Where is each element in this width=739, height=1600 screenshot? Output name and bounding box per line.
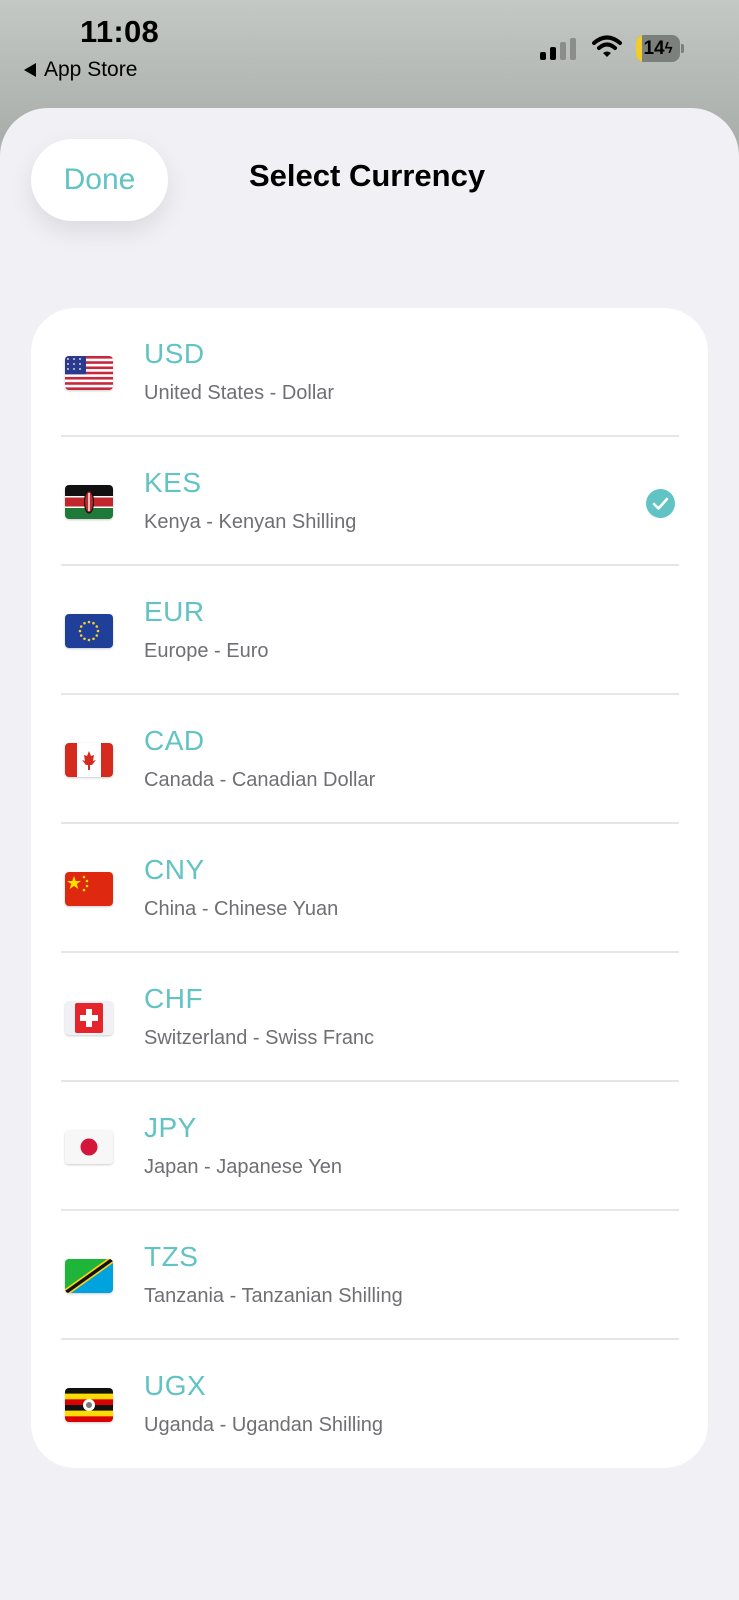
currency-description: Kenya - Kenyan Shilling (144, 511, 357, 533)
currency-row-cny[interactable]: CNY China - Chinese Yuan (31, 824, 708, 953)
currency-sheet: Done Select Currency USD United States -… (0, 108, 739, 1600)
cellular-signal-icon (540, 38, 578, 60)
currency-row-kes[interactable]: KES Kenya - Kenyan Shilling (31, 437, 708, 566)
wifi-icon (592, 35, 622, 57)
battery-level: 14 (643, 37, 665, 59)
page-title: Select Currency (249, 158, 486, 193)
switzerland-flag-icon (65, 1001, 113, 1035)
currency-code: KES (144, 467, 202, 498)
currency-row-eur[interactable]: EUR Europe - Euro (31, 566, 708, 695)
currency-description: Switzerland - Swiss Franc (144, 1027, 375, 1049)
currency-description: China - Chinese Yuan (144, 898, 339, 920)
currency-code: JPY (144, 1112, 197, 1143)
done-button[interactable]: Done (31, 139, 168, 221)
back-arrow-icon (24, 63, 36, 77)
currency-row-usd[interactable]: USD United States - Dollar (31, 308, 708, 437)
currency-description: Japan - Japanese Yen (144, 1156, 342, 1178)
currency-description: Europe - Euro (144, 640, 269, 662)
battery-icon: 14 ϟ (636, 35, 684, 62)
currency-code: CNY (144, 854, 205, 885)
currency-description: Tanzania - Tanzanian Shilling (144, 1285, 403, 1307)
currency-row-ugx[interactable]: UGX Uganda - Ugandan Shilling (31, 1340, 708, 1468)
back-link-label: App Store (44, 58, 138, 81)
currency-description: Uganda - Ugandan Shilling (144, 1414, 384, 1436)
currency-code: CHF (144, 983, 204, 1014)
china-flag-icon (65, 872, 113, 906)
currency-description: United States - Dollar (144, 382, 335, 404)
tanzania-flag-icon (65, 1259, 113, 1293)
currency-list: USD United States - Dollar KES Kenya - K… (31, 308, 708, 1468)
currency-code: UGX (144, 1370, 207, 1401)
currency-row-cad[interactable]: CAD Canada - Canadian Dollar (31, 695, 708, 824)
status-bar: 11:08 App Store 14 ϟ (0, 0, 739, 100)
status-time: 11:08 (80, 14, 160, 49)
japan-flag-icon (65, 1130, 113, 1164)
us-flag-icon (65, 356, 113, 390)
canada-flag-icon (65, 743, 113, 777)
currency-row-jpy[interactable]: JPY Japan - Japanese Yen (31, 1082, 708, 1211)
eu-flag-icon (65, 614, 113, 648)
currency-code: TZS (144, 1241, 199, 1272)
uganda-flag-icon (65, 1388, 113, 1422)
currency-row-chf[interactable]: CHF Switzerland - Swiss Franc (31, 953, 708, 1082)
currency-row-tzs[interactable]: TZS Tanzania - Tanzanian Shilling (31, 1211, 708, 1340)
kenya-flag-icon (65, 485, 113, 519)
currency-code: USD (144, 338, 205, 369)
selected-checkmark-icon (646, 489, 675, 518)
currency-code: CAD (144, 725, 205, 756)
currency-description: Canada - Canadian Dollar (144, 769, 376, 791)
back-to-app-store-link[interactable]: App Store (24, 57, 137, 83)
currency-code: EUR (144, 596, 205, 627)
